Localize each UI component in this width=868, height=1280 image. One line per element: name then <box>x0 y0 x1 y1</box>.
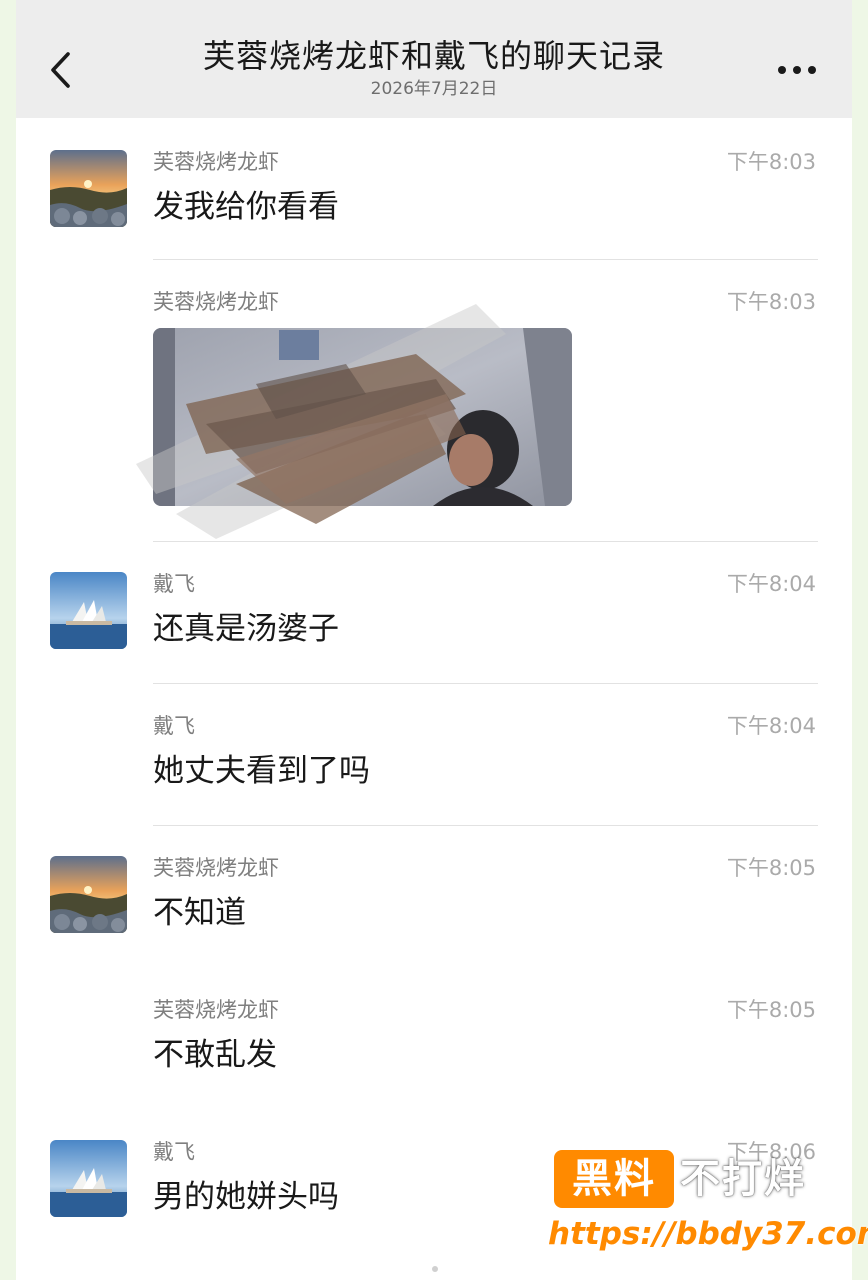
message-time: 下午8:04 <box>726 714 816 738</box>
message-time: 下午8:05 <box>726 856 816 880</box>
message-text[interactable]: 男的她姘头吗 <box>153 1176 339 1218</box>
watermark-url: https://bbdy37.com <box>548 1216 868 1252</box>
message-item[interactable]: 芙蓉烧烤龙虾 下午8:05 不知道 <box>16 826 852 968</box>
message-text[interactable]: 她丈夫看到了吗 <box>153 750 370 792</box>
watermark-badge: 黑料 <box>554 1150 674 1208</box>
watermark-side-text: 不打烊 <box>680 1156 806 1202</box>
avatar[interactable] <box>50 1140 127 1217</box>
opera-house-avatar-image <box>50 1140 127 1217</box>
sender-name: 戴飞 <box>153 1140 195 1164</box>
message-time: 下午8:03 <box>726 290 816 314</box>
scroll-indicator-dot <box>432 1266 438 1272</box>
page-title: 芙蓉烧烤龙虾和戴飞的聊天记录 <box>202 37 665 75</box>
opera-house-avatar-image <box>50 572 127 649</box>
back-button[interactable] <box>44 42 84 98</box>
sunset-landscape-avatar-image <box>50 150 127 227</box>
avatar[interactable] <box>50 572 127 649</box>
title-block: 芙蓉烧烤龙虾和戴飞的聊天记录 2026年7月22日 <box>126 34 742 100</box>
sender-name: 芙蓉烧烤龙虾 <box>153 856 279 880</box>
message-time: 下午8:05 <box>726 998 816 1022</box>
message-time: 下午8:03 <box>726 150 816 174</box>
site-watermark: 黑料 不打烊 https://bbdy37.com <box>548 1146 868 1262</box>
chat-date: 2026年7月22日 <box>370 79 498 99</box>
blurred-photo-image <box>153 328 572 506</box>
message-item[interactable]: 芙蓉烧烤龙虾 下午8:03 发我给你看看 <box>16 118 852 260</box>
message-item[interactable]: 芙蓉烧烤龙虾 下午8:05 不敢乱发 <box>16 968 852 1110</box>
sender-name: 芙蓉烧烤龙虾 <box>153 998 279 1022</box>
message-text[interactable]: 不敢乱发 <box>153 1034 277 1076</box>
sunset-landscape-avatar-image <box>50 856 127 933</box>
message-text[interactable]: 不知道 <box>153 892 246 934</box>
more-button[interactable] <box>772 52 822 84</box>
message-item[interactable]: 戴飞 下午8:04 她丈夫看到了吗 <box>16 684 852 826</box>
message-item[interactable]: 芙蓉烧烤龙虾 下午8:03 <box>16 260 852 542</box>
message-item[interactable]: 戴飞 下午8:04 还真是汤婆子 <box>16 542 852 684</box>
header-bar: 芙蓉烧烤龙虾和戴飞的聊天记录 2026年7月22日 <box>16 0 852 118</box>
sender-name: 戴飞 <box>153 714 195 738</box>
message-text[interactable]: 还真是汤婆子 <box>153 608 339 650</box>
message-time: 下午8:04 <box>726 572 816 596</box>
chevron-left-icon <box>51 52 70 88</box>
avatar[interactable] <box>50 856 127 933</box>
sender-name: 芙蓉烧烤龙虾 <box>153 290 279 314</box>
message-image[interactable] <box>153 328 572 506</box>
more-dots-icon <box>778 66 816 74</box>
sender-name: 芙蓉烧烤龙虾 <box>153 150 279 174</box>
message-text[interactable]: 发我给你看看 <box>153 186 339 228</box>
avatar[interactable] <box>50 150 127 227</box>
sender-name: 戴飞 <box>153 572 195 596</box>
chat-record-screen: 芙蓉烧烤龙虾和戴飞的聊天记录 2026年7月22日 芙蓉烧烤龙虾 下午8:03 … <box>16 0 852 1280</box>
